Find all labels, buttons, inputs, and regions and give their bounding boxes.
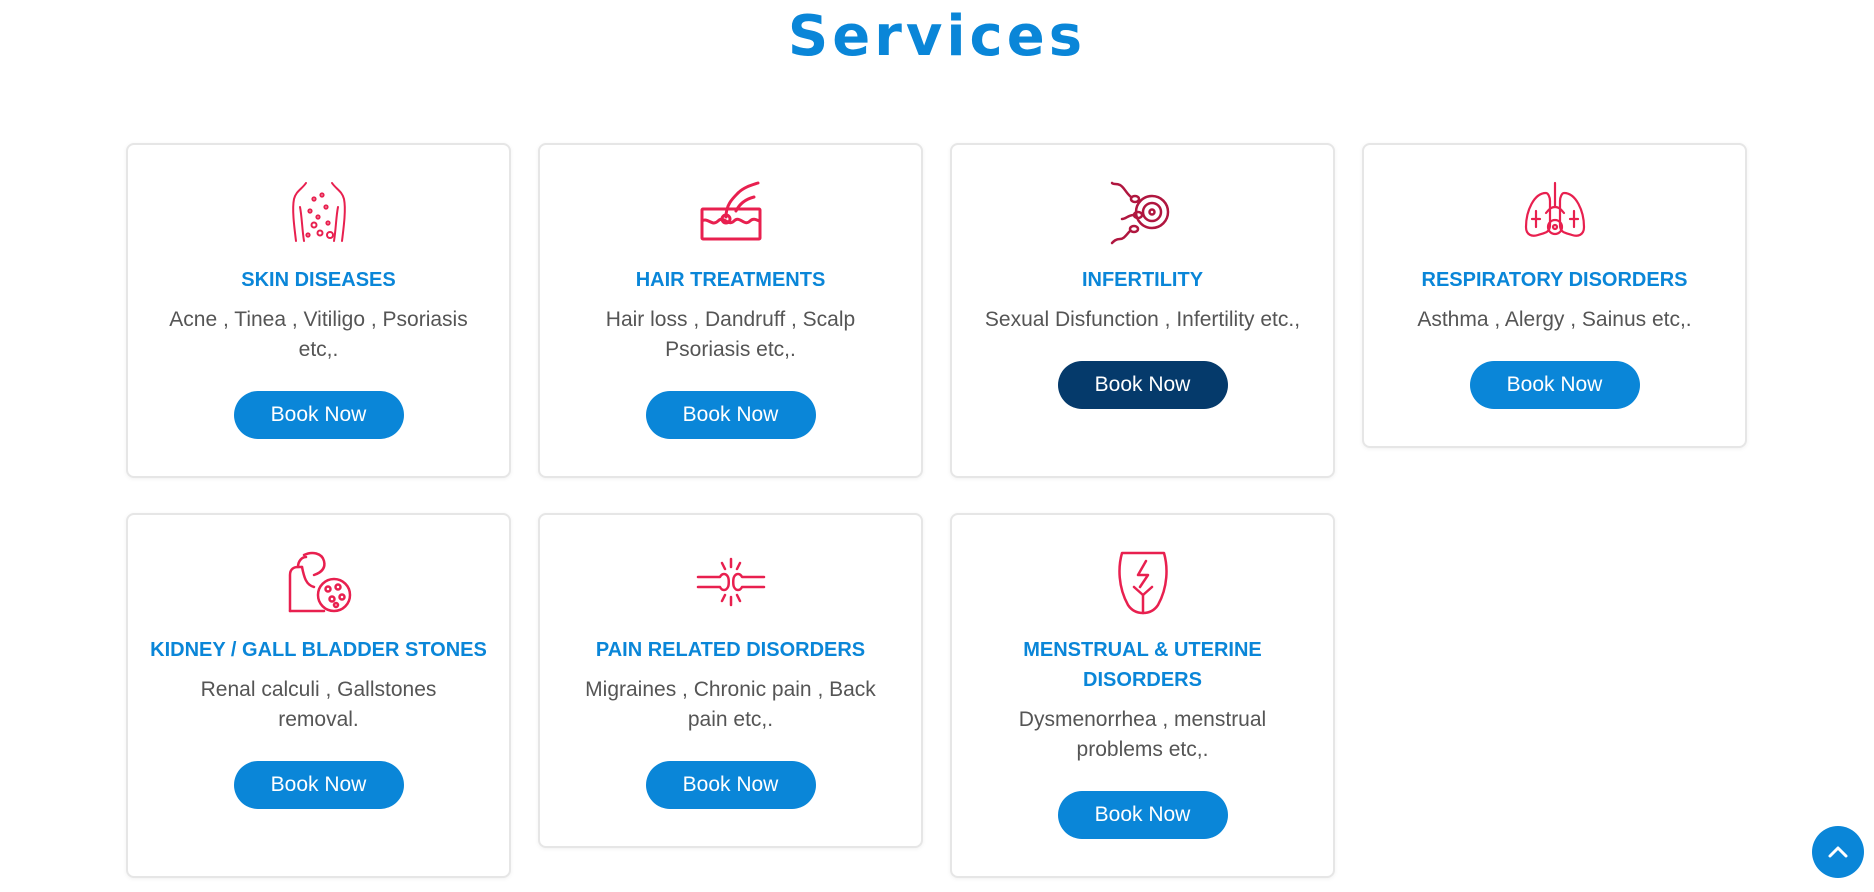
- service-title: SKIN DISEASES: [241, 269, 396, 291]
- service-title: MENSTRUAL & UTERINE DISORDERS: [1023, 639, 1262, 691]
- scroll-to-top-button[interactable]: [1812, 826, 1864, 878]
- service-card-hair-treatments: HAIR TREATMENTS Hair loss , Dandruff , S…: [538, 143, 923, 478]
- book-now-button[interactable]: Book Now: [1057, 791, 1228, 839]
- services-page: Services SKIN DISEASES Acne , Tinea , Vi…: [0, 0, 1874, 892]
- service-description: Renal calculi , Gallstones removal.: [200, 678, 437, 731]
- uterus-icon: [1108, 547, 1178, 617]
- service-title: HAIR TREATMENTS: [635, 269, 826, 291]
- book-now-button[interactable]: Book Now: [1057, 361, 1228, 409]
- chevron-up-icon: [1828, 846, 1848, 858]
- service-title: PAIN RELATED DISORDERS: [595, 639, 866, 661]
- lungs-icon: [1520, 177, 1590, 247]
- service-title: INFERTILITY: [1081, 269, 1204, 291]
- service-description: Acne , Tinea , Vitiligo , Psoriasis etc,…: [169, 308, 468, 361]
- service-card-menstrual-uterine-disorders: MENSTRUAL & UTERINE DISORDERS Dysmenorrh…: [950, 513, 1335, 878]
- service-description: Asthma , Alergy , Sainus etc,.: [1417, 308, 1692, 331]
- service-title: RESPIRATORY DISORDERS: [1421, 269, 1688, 291]
- service-card-skin-diseases: SKIN DISEASES Acne , Tinea , Vitiligo , …: [126, 143, 511, 478]
- book-now-button[interactable]: Book Now: [233, 761, 404, 809]
- book-now-button[interactable]: Book Now: [645, 391, 816, 439]
- book-now-button[interactable]: Book Now: [233, 391, 404, 439]
- joint-pain-icon: [696, 547, 766, 617]
- service-description: Dysmenorrhea , menstrual problems etc,.: [1018, 708, 1267, 761]
- section-title: Services: [787, 4, 1087, 69]
- service-title: KIDNEY / GALL BLADDER STONES: [150, 639, 487, 661]
- skin-icon: [284, 177, 354, 247]
- service-card-pain-related-disorders: PAIN RELATED DISORDERS Migraines , Chron…: [538, 513, 923, 848]
- book-now-button[interactable]: Book Now: [1469, 361, 1640, 409]
- sperm-egg-icon: [1108, 177, 1178, 247]
- kidney-stones-icon: [284, 547, 354, 617]
- hair-follicle-icon: [696, 177, 766, 247]
- service-description: Sexual Disfunction , Infertility etc.,: [984, 308, 1301, 331]
- service-description: Hair loss , Dandruff , Scalp Psoriasis e…: [605, 308, 856, 361]
- service-card-infertility: INFERTILITY Sexual Disfunction , Inferti…: [950, 143, 1335, 478]
- book-now-button[interactable]: Book Now: [645, 761, 816, 809]
- service-card-kidney-stones: KIDNEY / GALL BLADDER STONES Renal calcu…: [126, 513, 511, 878]
- service-description: Migraines , Chronic pain , Back pain etc…: [585, 678, 876, 731]
- service-card-respiratory-disorders: RESPIRATORY DISORDERS Asthma , Alergy , …: [1362, 143, 1747, 448]
